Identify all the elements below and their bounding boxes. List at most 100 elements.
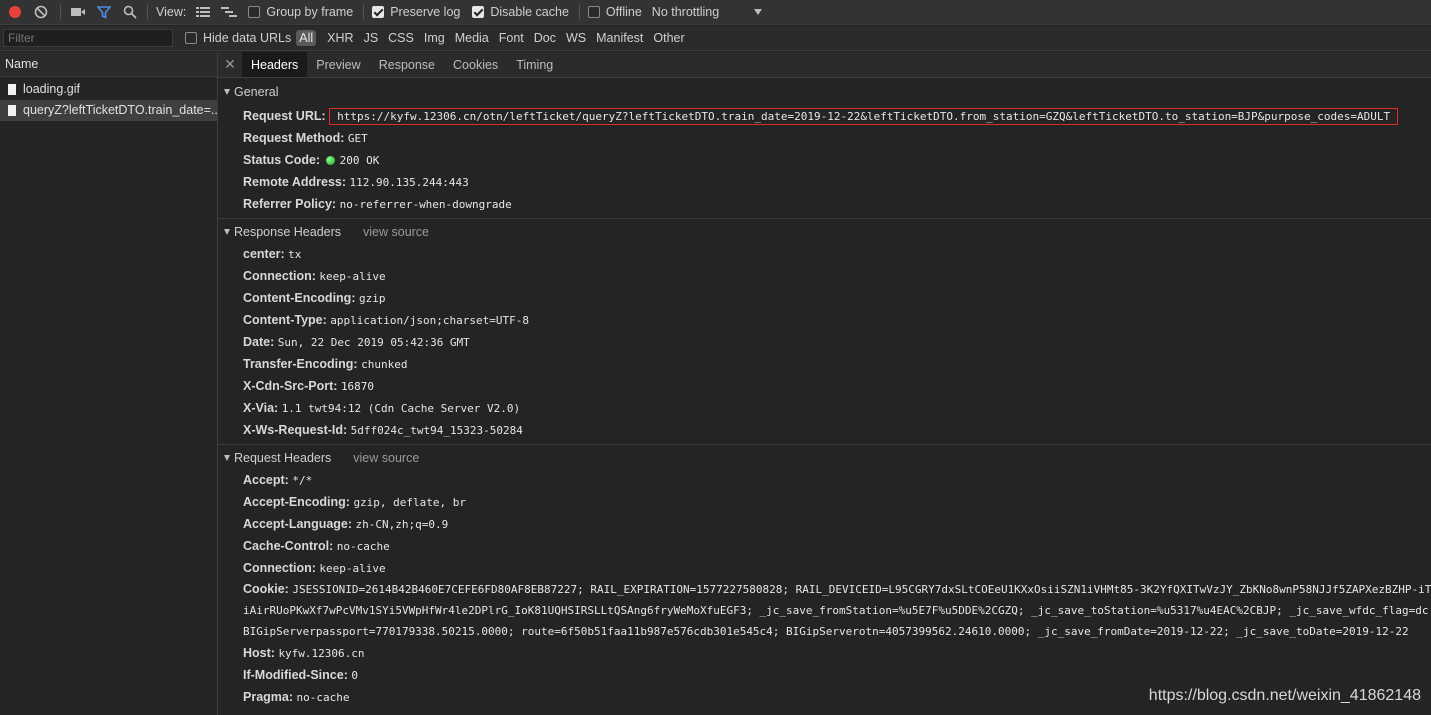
header-key: Cookie: [243, 582, 289, 596]
header-row: Date: Sun, 22 Dec 2019 05:42:36 GMT [218, 331, 1431, 353]
header-key: X-Ws-Request-Id: [243, 423, 348, 437]
header-key: Content-Type: [243, 313, 327, 327]
disable-cache-checkbox[interactable] [472, 6, 485, 18]
preserve-log-checkbox[interactable] [372, 6, 385, 18]
filter-icon[interactable] [95, 3, 113, 21]
section-divider [218, 218, 1431, 219]
view-source-link[interactable]: view source [353, 451, 419, 465]
request-url-value: https://kyfw.12306.cn/otn/leftTicket/que… [329, 108, 1399, 125]
section-title: General [234, 85, 279, 99]
header-key: Accept-Encoding: [243, 495, 350, 509]
header-key: Connection: [243, 269, 316, 283]
header-key: Pragma: [243, 690, 294, 704]
header-key: Request Method: [243, 131, 345, 145]
tab-timing[interactable]: Timing [507, 52, 562, 77]
waterfall-view-icon[interactable] [220, 3, 238, 21]
cookie-row-continued: BIGipServerpassport=770179338.50215.0000… [218, 621, 1431, 642]
view-label: View: [156, 5, 187, 19]
header-row: center: tx [218, 243, 1431, 265]
header-value: 1.1 twt94:12 (Cdn Cache Server V2.0) [281, 402, 521, 415]
caret-down-icon [224, 229, 230, 235]
header-key: Request URL: [243, 109, 326, 123]
caret-down-icon [224, 455, 230, 461]
section-divider [218, 444, 1431, 445]
type-filter-js[interactable]: JS [359, 31, 384, 45]
header-value: Sun, 22 Dec 2019 05:42:36 GMT [277, 336, 470, 349]
section-title: Response Headers [234, 225, 342, 239]
header-value: tx [288, 248, 302, 261]
header-value: chunked [361, 358, 408, 371]
name-column-header[interactable]: Name [0, 52, 217, 77]
header-row: Connection: keep-alive [218, 557, 1431, 579]
filter-bar: Hide data URLs All XHR JS CSS Img Media … [0, 26, 1431, 51]
header-value: no-cache [336, 540, 390, 553]
general-section-header[interactable]: General [218, 82, 1431, 102]
header-row: Request URL: https://kyfw.12306.cn/otn/l… [218, 105, 1431, 127]
filter-input[interactable] [3, 29, 173, 47]
offline-label: Offline [605, 5, 642, 19]
list-view-icon[interactable] [194, 3, 212, 21]
file-icon [8, 84, 16, 95]
header-row: Content-Encoding: gzip [218, 287, 1431, 309]
toolbar-divider [147, 4, 148, 20]
cookie-row: Cookie: JSESSIONID=2614B42B460E7CEFE6FD8… [218, 579, 1431, 600]
header-value: 112.90.135.244:443 [349, 176, 469, 189]
network-toolbar: View: Group by frame Preserve log Disabl… [0, 0, 1431, 25]
type-filter-doc[interactable]: Doc [529, 31, 561, 45]
header-row: Content-Type: application/json;charset=U… [218, 309, 1431, 331]
offline-checkbox[interactable] [587, 6, 600, 18]
clear-icon[interactable] [32, 3, 50, 21]
throttling-select[interactable]: No throttling [652, 5, 719, 19]
search-icon[interactable] [121, 3, 139, 21]
chevron-down-icon[interactable] [749, 3, 767, 21]
video-camera-icon[interactable] [69, 3, 87, 21]
cookie-value-line-3: BIGipServerpassport=770179338.50215.0000… [243, 625, 1409, 638]
header-row: Accept-Language: zh-CN,zh;q=0.9 [218, 513, 1431, 535]
type-filter-media[interactable]: Media [450, 31, 494, 45]
header-key: Transfer-Encoding: [243, 357, 358, 371]
toolbar-divider [60, 4, 61, 20]
tab-preview[interactable]: Preview [307, 52, 369, 77]
type-filter-css[interactable]: CSS [383, 31, 419, 45]
type-filter-all[interactable]: All [296, 30, 317, 46]
header-row: Referrer Policy: no-referrer-when-downgr… [218, 193, 1431, 215]
type-filter-font[interactable]: Font [494, 31, 529, 45]
header-value: keep-alive [319, 562, 386, 575]
toolbar-divider [578, 4, 580, 20]
request-name: loading.gif [23, 82, 80, 96]
toolbar-divider [363, 4, 365, 20]
response-headers-section-header[interactable]: Response Headers view source [218, 221, 1431, 243]
type-filter-other[interactable]: Other [648, 31, 689, 45]
details-tabs: ✕ Headers Preview Response Cookies Timin… [218, 52, 1431, 78]
header-value: */* [292, 474, 313, 487]
header-key: Accept-Language: [243, 517, 353, 531]
header-row: Transfer-Encoding: chunked [218, 353, 1431, 375]
type-filter-img[interactable]: Img [419, 31, 450, 45]
header-row: X-Via: 1.1 twt94:12 (Cdn Cache Server V2… [218, 397, 1431, 419]
header-row: Connection: keep-alive [218, 265, 1431, 287]
header-key: Cache-Control: [243, 539, 334, 553]
close-icon[interactable]: ✕ [218, 52, 242, 77]
type-filter-xhr[interactable]: XHR [322, 31, 358, 45]
header-key: X-Cdn-Src-Port: [243, 379, 338, 393]
tab-cookies[interactable]: Cookies [444, 52, 507, 77]
type-filter-ws[interactable]: WS [561, 31, 591, 45]
hide-data-urls-checkbox[interactable] [185, 32, 197, 44]
watermark: https://blog.csdn.net/weixin_41862148 [1148, 687, 1421, 704]
request-row-loading-gif[interactable]: loading.gif [0, 79, 217, 100]
header-row: X-Ws-Request-Id: 5dff024c_twt94_15323-50… [218, 419, 1431, 441]
header-key: Remote Address: [243, 175, 347, 189]
request-list: Name loading.gif queryZ?leftTicketDTO.tr… [0, 52, 218, 715]
tab-headers[interactable]: Headers [242, 52, 308, 77]
type-filter-manifest[interactable]: Manifest [591, 31, 648, 45]
tab-response[interactable]: Response [370, 52, 444, 77]
record-icon[interactable] [6, 3, 24, 21]
header-value: keep-alive [319, 270, 386, 283]
view-source-link[interactable]: view source [363, 225, 429, 239]
header-value: application/json;charset=UTF-8 [330, 314, 529, 327]
header-key: Accept: [243, 473, 289, 487]
request-row-queryz[interactable]: queryZ?leftTicketDTO.train_date=... [0, 100, 217, 121]
request-headers-section-header[interactable]: Request Headers view source [218, 447, 1431, 469]
group-by-frame-checkbox[interactable] [248, 6, 261, 18]
header-value: 5dff024c_twt94_15323-50284 [350, 424, 523, 437]
